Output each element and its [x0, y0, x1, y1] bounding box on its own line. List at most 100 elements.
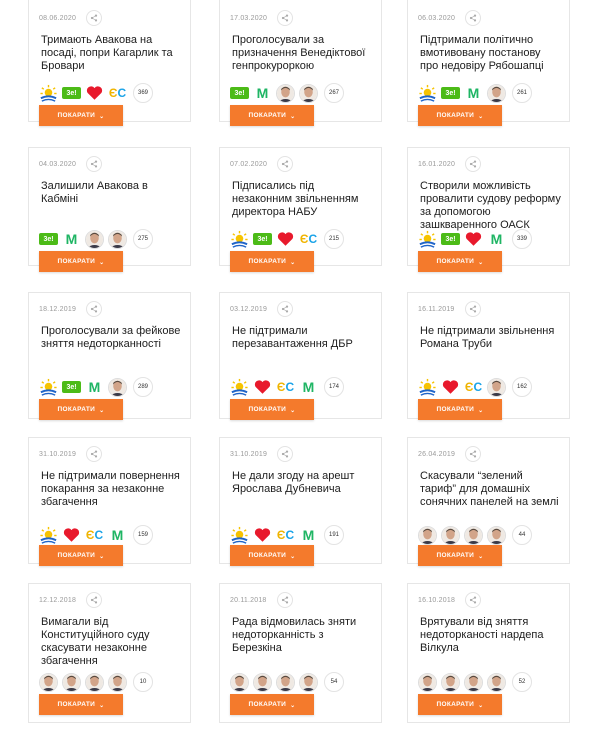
punish-button-label: ПОКАРАТИ	[248, 552, 287, 559]
vote-date: 20.11.2018	[230, 596, 267, 604]
share-icon[interactable]	[465, 446, 482, 462]
punish-button[interactable]: ПОКАРАТИ ⌄	[418, 399, 502, 420]
chevron-down-icon: ⌄	[290, 114, 296, 120]
vote-date: 06.03.2020	[418, 14, 456, 22]
vote-title[interactable]: Не підтримали перезавантаження ДБР	[232, 325, 373, 351]
punish-button[interactable]: ПОКАРАТИ ⌄	[230, 399, 314, 420]
vote-title[interactable]: Підтримали політично вмотивовану постано…	[420, 34, 561, 73]
card-meta: 16.10.2018	[418, 592, 482, 608]
vote-card[interactable]: 26.04.2019 Скасували “зелений тариф” для …	[407, 437, 570, 566]
vote-date: 16.10.2018	[418, 596, 456, 604]
party-icons: 3e! M 339	[418, 229, 532, 249]
card-meta: 04.03.2020	[39, 156, 103, 172]
vote-card[interactable]: 07.02.2020 Підписались під незаконним зві…	[219, 147, 382, 272]
punish-button[interactable]: ПОКАРАТИ ⌄	[39, 399, 123, 420]
share-icon[interactable]	[465, 592, 482, 608]
chevron-down-icon: ⌄	[478, 260, 484, 266]
deputy-face-icon	[487, 377, 506, 397]
vote-count: 339	[512, 229, 532, 249]
deputy-face-icon	[441, 672, 460, 692]
punish-button[interactable]: ПОКАРАТИ ⌄	[418, 545, 502, 566]
vote-card[interactable]: 31.10.2019 Не підтримали повернення покар…	[28, 437, 191, 566]
share-icon[interactable]	[277, 301, 294, 317]
party-icons: 3e! Є С 369	[39, 83, 153, 103]
deputy-face-icon	[487, 83, 506, 103]
punish-button-label: ПОКАРАТИ	[436, 406, 475, 413]
share-icon[interactable]	[464, 301, 481, 317]
card-meta: 17.03.2020	[230, 10, 294, 26]
punish-button[interactable]: ПОКАРАТИ ⌄	[418, 251, 502, 272]
vote-title[interactable]: Проголосували за призначення Венедіктово…	[232, 34, 373, 73]
m-party-icon: M	[256, 85, 269, 101]
share-icon[interactable]	[86, 446, 103, 462]
party-icons: Є С M 174	[230, 377, 344, 397]
card-meta: 12.12.2018	[39, 592, 103, 608]
vote-date: 16.11.2019	[418, 305, 455, 313]
vote-card[interactable]: 03.12.2019 Не підтримали перезавантаження…	[219, 292, 382, 420]
heart-party-icon	[253, 378, 272, 397]
vote-title[interactable]: Проголосували за фейкове зняття недоторк…	[41, 325, 182, 351]
vote-title[interactable]: Тримають Авакова на посаді, попри Кагарл…	[41, 34, 182, 73]
share-icon[interactable]	[86, 10, 103, 26]
vote-title[interactable]: Підписались під незаконним звільненням д…	[232, 180, 373, 219]
party-icons: 54	[230, 672, 344, 692]
share-icon[interactable]	[465, 156, 482, 172]
vote-title[interactable]: Не дали згоду на арешт Ярослава Дубневич…	[232, 470, 373, 496]
vote-card[interactable]: 31.10.2019 Не дали згоду на арешт Ярослав…	[219, 437, 382, 566]
vote-title[interactable]: Не підтримали повернення покарання за не…	[41, 470, 182, 509]
party-icons: 3e! M 275	[39, 229, 153, 249]
m-party-icon: M	[467, 85, 480, 101]
punish-button[interactable]: ПОКАРАТИ ⌄	[230, 251, 314, 272]
punish-button-label: ПОКАРАТИ	[57, 258, 96, 265]
punish-button[interactable]: ПОКАРАТИ ⌄	[39, 545, 123, 566]
party-icons: 44	[418, 525, 532, 545]
m-party-icon: M	[302, 527, 315, 543]
punish-button[interactable]: ПОКАРАТИ ⌄	[418, 105, 502, 126]
deputy-face-icon	[441, 525, 460, 545]
vote-card[interactable]: 12.12.2018 Вимагали від Конституційного с…	[28, 583, 191, 723]
vote-title[interactable]: Рада відмовилась зняти недоторканність з…	[232, 616, 373, 655]
punish-button[interactable]: ПОКАРАТИ ⌄	[418, 694, 502, 715]
punish-button[interactable]: ПОКАРАТИ ⌄	[39, 694, 123, 715]
vote-card[interactable]: 04.03.2020 Залишили Авакова в Кабміні 3e! M…	[28, 147, 191, 272]
vote-card[interactable]: 16.01.2020 Створили можливість провалити …	[407, 147, 570, 272]
punish-button[interactable]: ПОКАРАТИ ⌄	[39, 251, 123, 272]
vote-card[interactable]: 16.11.2019 Не підтримали звільнення Роман…	[407, 292, 570, 420]
punish-button-label: ПОКАРАТИ	[57, 552, 96, 559]
vote-title[interactable]: Вимагали від Конституційного суду скасув…	[41, 616, 182, 668]
vote-title[interactable]: Залишили Авакова в Кабміні	[41, 180, 182, 206]
share-icon[interactable]	[86, 592, 103, 608]
card-meta: 20.11.2018	[230, 592, 293, 608]
vote-card[interactable]: 08.06.2020 Тримають Авакова на посаді, по…	[28, 0, 191, 126]
punish-button[interactable]: ПОКАРАТИ ⌄	[230, 545, 314, 566]
vote-title[interactable]: Створили можливість провалити судову реф…	[420, 180, 561, 232]
share-icon[interactable]	[86, 156, 103, 172]
chevron-down-icon: ⌄	[478, 408, 484, 414]
share-icon[interactable]	[276, 592, 293, 608]
vote-card[interactable]: 17.03.2020 Проголосували за призначення В…	[219, 0, 382, 126]
share-icon[interactable]	[86, 301, 103, 317]
punish-button[interactable]: ПОКАРАТИ ⌄	[230, 694, 314, 715]
deputy-face-icon	[487, 525, 506, 545]
deputy-face-icon	[418, 672, 437, 692]
share-icon[interactable]	[277, 446, 294, 462]
vote-title[interactable]: Скасували “зелений тариф” для домашніх с…	[420, 470, 561, 509]
share-icon[interactable]	[277, 156, 294, 172]
vote-card[interactable]: 20.11.2018 Рада відмовилась зняти недотор…	[219, 583, 382, 723]
deputy-face-icon	[230, 672, 249, 692]
deputy-face-icon	[108, 377, 127, 397]
chevron-down-icon: ⌄	[99, 408, 105, 414]
vote-title[interactable]: Врятували від зняття недоторканості нард…	[420, 616, 561, 655]
vote-card[interactable]: 06.03.2020 Підтримали політично вмотивова…	[407, 0, 570, 126]
punish-button[interactable]: ПОКАРАТИ ⌄	[39, 105, 123, 126]
sun-party-icon	[230, 378, 249, 397]
vote-count: 174	[324, 377, 344, 397]
share-icon[interactable]	[465, 10, 482, 26]
card-meta: 03.12.2019	[230, 301, 294, 317]
vote-card[interactable]: 18.12.2019 Проголосували за фейкове знятт…	[28, 292, 191, 420]
share-icon[interactable]	[277, 10, 294, 26]
punish-button[interactable]: ПОКАРАТИ ⌄	[230, 105, 314, 126]
vote-date: 16.01.2020	[418, 160, 456, 168]
vote-card[interactable]: 16.10.2018 Врятували від зняття недоторка…	[407, 583, 570, 723]
vote-title[interactable]: Не підтримали звільнення Романа Труби	[420, 325, 561, 351]
